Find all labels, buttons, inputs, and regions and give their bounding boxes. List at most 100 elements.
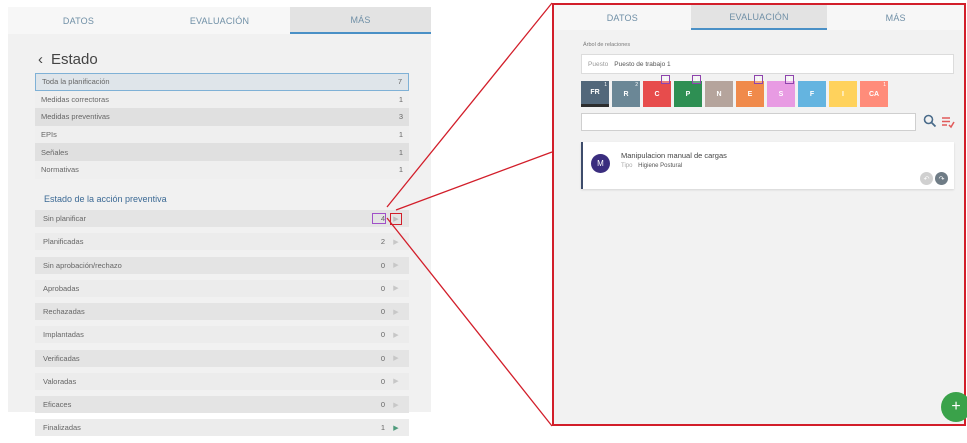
list-item-toda-planificacion[interactable]: Toda la planificación 7 xyxy=(35,73,409,91)
action-status-list: Sin planificar 4 ▶ Planificadas 2 ▶ Sin … xyxy=(35,210,409,443)
list-item-senales[interactable]: Señales 1 xyxy=(35,143,409,161)
list-item-label: Normativas xyxy=(41,165,79,175)
avatar: M xyxy=(591,154,610,173)
play-arrow-icon[interactable]: ▶ xyxy=(391,376,401,386)
category-tile-i[interactable]: I xyxy=(829,81,857,107)
category-tile-e[interactable]: E1 xyxy=(736,75,764,107)
list-item-count: 1 xyxy=(398,130,403,140)
status-row-count: 0 xyxy=(380,400,385,409)
category-tile-s[interactable]: S1 xyxy=(767,75,795,107)
tab-evaluacion[interactable]: EVALUACIÓN xyxy=(149,7,290,34)
page-title: ‹ Estado xyxy=(38,51,98,68)
status-row-verificadas[interactable]: Verificadas 0 ▶ xyxy=(35,349,409,367)
status-row-label: Eficaces xyxy=(43,400,72,409)
list-item-count: 7 xyxy=(397,77,402,87)
left-tab-bar: DATOS EVALUACIÓN MÁS xyxy=(8,7,431,34)
status-row-sin-aprobacion[interactable]: Sin aprobación/rechazo 0 ▶ xyxy=(35,256,409,274)
play-arrow-icon[interactable]: ▶ xyxy=(391,260,401,270)
play-arrow-icon[interactable]: ▶ xyxy=(391,283,401,293)
play-arrow-icon[interactable]: ▶ xyxy=(391,237,401,247)
right-tab-bar: DATOS EVALUACIÓN MÁS xyxy=(554,5,964,30)
category-tile-label: I xyxy=(842,90,844,98)
card-type: Tipo Higiene Postural xyxy=(621,163,682,169)
category-tile-count: 1 xyxy=(883,82,886,88)
status-row-label: Aprobadas xyxy=(43,283,80,293)
status-row-count: 0 xyxy=(380,330,385,340)
undo-icon[interactable]: ↶ xyxy=(920,172,933,185)
list-item-count: 1 xyxy=(398,165,403,175)
list-item-count: 3 xyxy=(398,112,403,122)
category-tile-c[interactable]: C1 xyxy=(643,75,671,107)
category-tile-f[interactable]: F xyxy=(798,81,826,107)
category-tile-ca[interactable]: CA 1 xyxy=(860,81,888,107)
redo-icon[interactable]: ↷ xyxy=(935,172,948,185)
section-title: Estado de la acción preventiva xyxy=(44,194,167,204)
status-row-label: Planificadas xyxy=(43,237,84,247)
play-arrow-icon[interactable]: ▶ xyxy=(391,400,401,410)
category-tile-fr[interactable]: FR 1 xyxy=(581,81,609,107)
list-item-label: Señales xyxy=(41,147,69,157)
list-item-epis[interactable]: EPIs 1 xyxy=(35,125,409,144)
status-row-count: 2 xyxy=(380,237,385,247)
status-row-count: 4 xyxy=(372,213,386,224)
status-row-eficaces[interactable]: Eficaces 0 ▶ xyxy=(35,396,409,413)
category-tile-label: S xyxy=(778,90,784,98)
card-title: Manipulacion manual de cargas xyxy=(621,151,727,160)
category-tile-label: CA xyxy=(868,90,880,98)
category-tile-count: 1 xyxy=(754,75,763,84)
status-row-label: Sin aprobación/rechazo xyxy=(43,260,122,270)
category-tile-count: 1 xyxy=(661,75,670,84)
category-tile-r[interactable]: R2 xyxy=(612,81,640,107)
puesto-label: Puesto xyxy=(588,60,609,68)
play-arrow-icon[interactable]: ▶ xyxy=(391,307,401,317)
list-item-normativas[interactable]: Normativas 1 xyxy=(35,160,409,179)
planning-list: Toda la planificación 7 Medidas correcto… xyxy=(35,73,409,179)
status-row-implantadas[interactable]: Implantadas 0 ▶ xyxy=(35,326,409,344)
filter-icon[interactable] xyxy=(941,115,955,129)
status-row-valoradas[interactable]: Valoradas 0 ▶ xyxy=(35,372,409,390)
tab-mas[interactable]: MÁS xyxy=(827,5,964,30)
status-row-planificadas[interactable]: Planificadas 2 ▶ xyxy=(35,233,409,251)
tab-mas[interactable]: MÁS xyxy=(290,7,431,34)
status-row-rechazadas[interactable]: Rechazadas 0 ▶ xyxy=(35,303,409,320)
status-row-label: Sin planificar xyxy=(43,214,86,223)
card-type-label: Tipo xyxy=(621,163,633,169)
list-item-label: Toda la planificación xyxy=(42,77,110,87)
list-item-label: EPIs xyxy=(41,130,57,140)
tab-datos[interactable]: DATOS xyxy=(8,7,149,34)
tab-evaluacion[interactable]: EVALUACIÓN xyxy=(690,5,828,30)
puesto-value: Puesto de trabajo 1 xyxy=(614,60,671,68)
tab-datos[interactable]: DATOS xyxy=(554,5,691,30)
category-tile-label: R xyxy=(623,90,629,98)
category-tile-label: FR xyxy=(590,89,600,96)
list-item-medidas-preventivas[interactable]: Medidas preventivas 3 xyxy=(35,108,409,126)
status-row-label: Implantadas xyxy=(43,330,84,340)
back-icon[interactable]: ‹ xyxy=(38,51,43,68)
category-tile-p[interactable]: P1 xyxy=(674,75,702,107)
risk-card[interactable]: M Manipulacion manual de cargas Tipo Hig… xyxy=(581,142,954,189)
category-tiles: FR 1 R 2 C 1 P 1 N E 1 S 1 F I CA 1 xyxy=(581,75,888,107)
card-type-value: Higiene Postural xyxy=(638,163,683,169)
puesto-field[interactable]: Puesto Puesto de trabajo 1 xyxy=(581,54,954,74)
search-input[interactable] xyxy=(581,113,916,131)
status-row-label: Valoradas xyxy=(43,376,77,386)
status-row-aprobadas[interactable]: Aprobadas 0 ▶ xyxy=(35,279,409,297)
status-row-count: 0 xyxy=(380,353,385,363)
list-item-medidas-correctoras[interactable]: Medidas correctoras 1 xyxy=(35,90,409,109)
category-tile-count: 1 xyxy=(692,75,701,84)
category-tile-n[interactable]: N xyxy=(705,81,733,107)
status-row-sin-planificar[interactable]: Sin planificar 4 ▶ xyxy=(35,210,409,227)
list-item-count: 1 xyxy=(398,147,403,157)
add-button[interactable]: + xyxy=(941,392,967,422)
category-tile-label: P xyxy=(685,90,691,98)
category-tile-label: E xyxy=(747,90,753,98)
right-panel: DATOS EVALUACIÓN MÁS Árbol de relaciones… xyxy=(552,3,967,426)
list-item-label: Medidas correctoras xyxy=(41,94,109,104)
play-arrow-icon[interactable]: ▶ xyxy=(390,212,402,225)
play-arrow-icon[interactable]: ▶ xyxy=(391,353,401,363)
search-icon[interactable] xyxy=(923,114,937,128)
play-arrow-icon[interactable]: ▶ xyxy=(391,330,401,340)
status-row-label: Verificadas xyxy=(43,353,80,363)
status-row-label: Rechazadas xyxy=(43,307,85,316)
category-tile-count: 1 xyxy=(604,82,607,88)
